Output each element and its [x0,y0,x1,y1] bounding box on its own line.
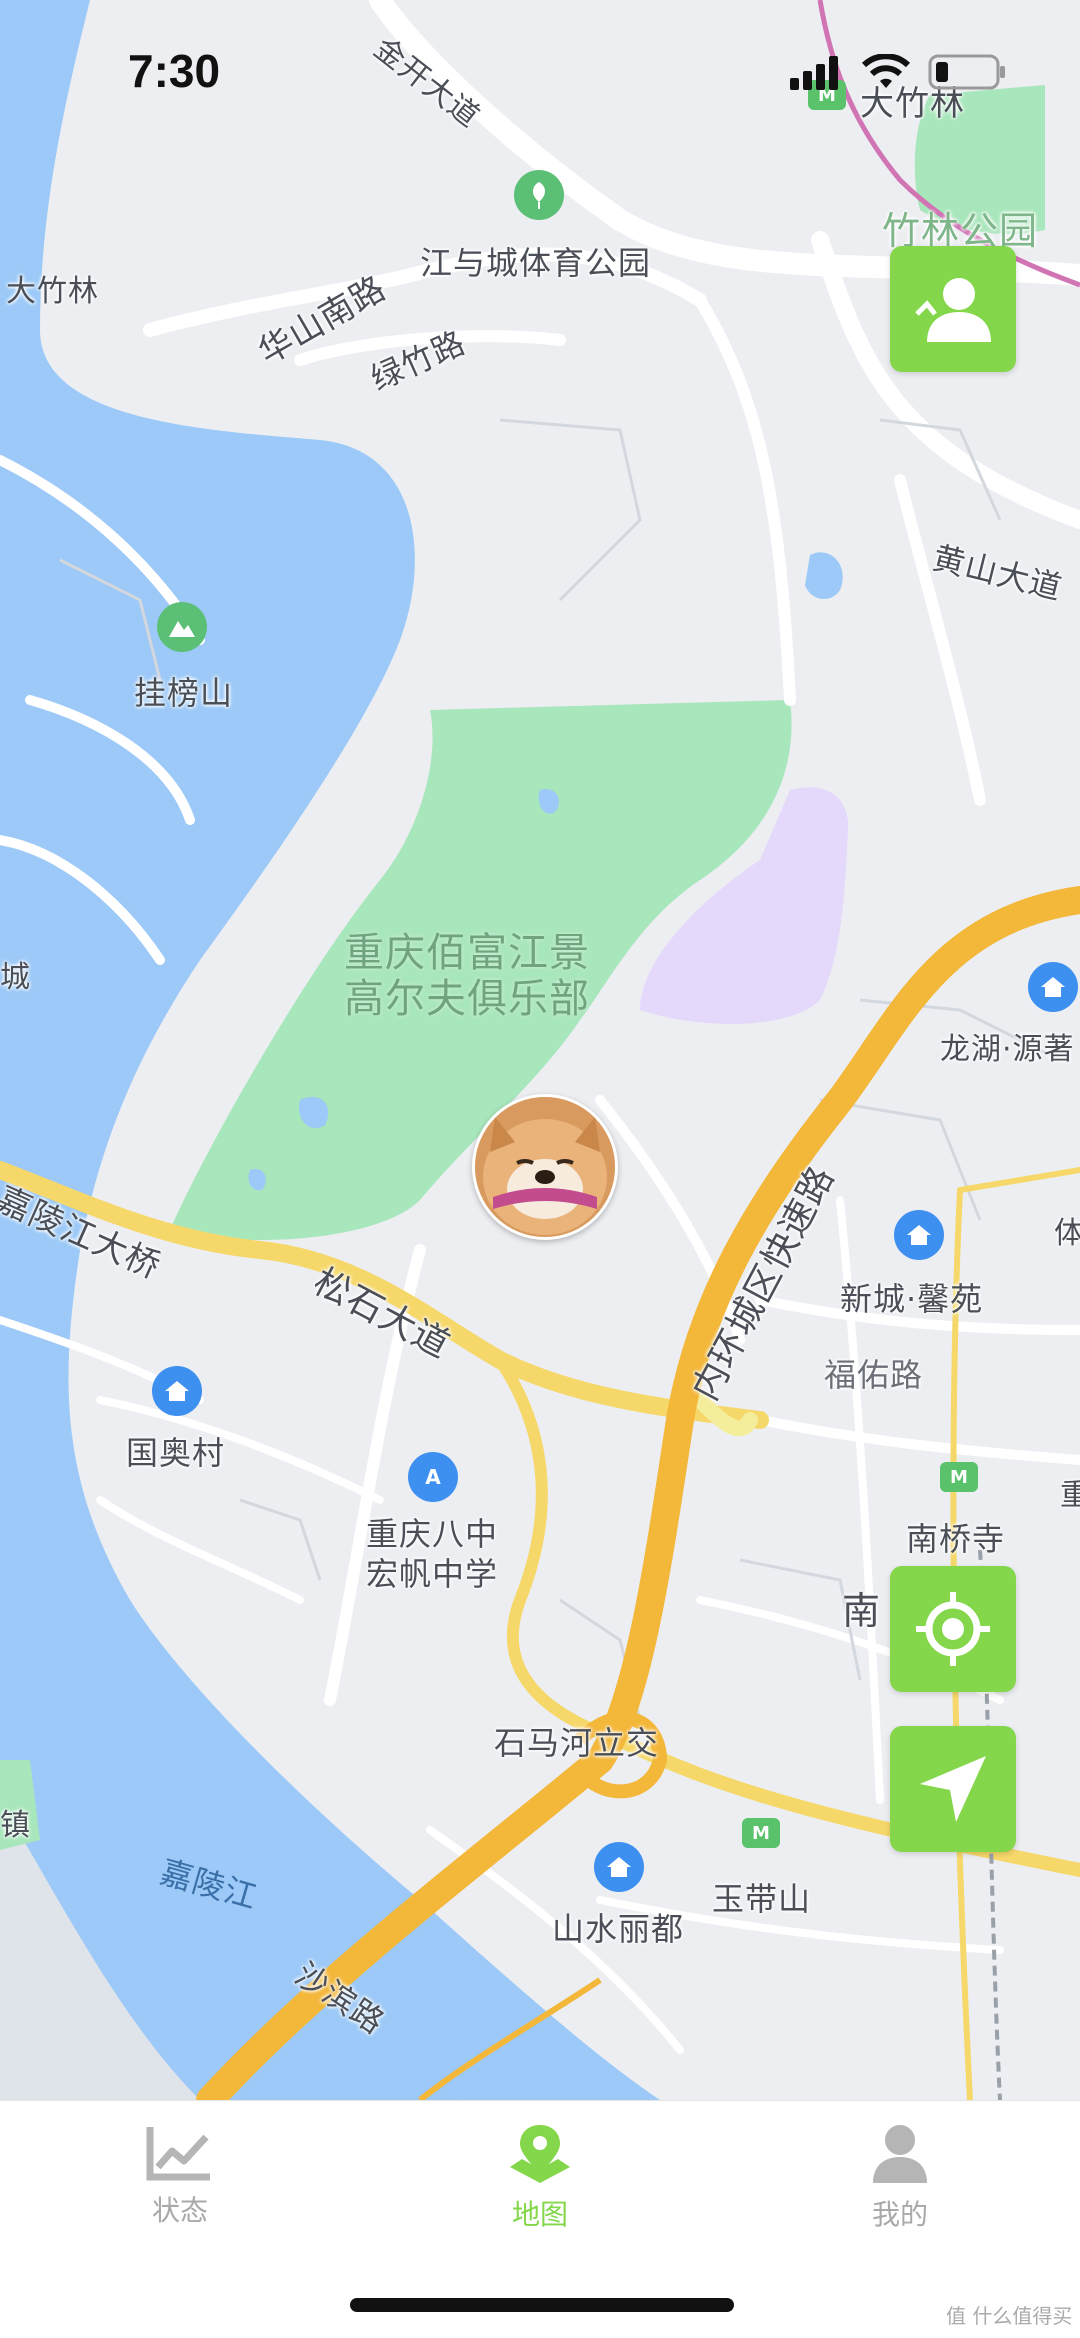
area-label-chong: 重 [1060,1478,1080,1513]
user-location-avatar[interactable] [472,1094,618,1240]
poi-label-yudaishan: 玉带山 [712,1880,812,1918]
area-label-cheng: 城 [0,960,31,995]
metro-station-icon[interactable]: M [742,1818,780,1848]
home-indicator[interactable] [350,2298,734,2312]
watermark: 值 什么值得买 [946,2304,1073,2328]
mountain-pin-icon[interactable] [157,602,207,652]
navigation-arrow-icon [920,1756,986,1822]
area-label-zhen: 镇 [0,1808,31,1843]
school-pin-icon[interactable]: A [408,1452,458,1502]
park-pin-icon[interactable] [514,170,564,220]
area-label-ti: 体 [1054,1216,1080,1251]
metro-station-icon[interactable]: M [940,1462,978,1492]
locate-button[interactable] [890,1566,1016,1692]
road-label-fuyou: 福佑路 [824,1356,924,1394]
poi-label-bazhong: 重庆八中 宏帆中学 [366,1515,499,1593]
map-pin-icon [510,2125,570,2183]
chart-icon [146,2127,210,2181]
area-label-dazhulin-left: 大竹林 [6,274,99,309]
svg-text:A: A [425,1465,441,1489]
person-add-icon [915,278,991,342]
tab-map-label: 地图 [511,2198,568,2231]
cellular-signal-icon [790,56,838,90]
residence-pin-icon[interactable] [152,1366,202,1416]
area-label-nan: 南 [842,1589,882,1633]
park-label-golf: 重庆佰富江景 高尔夫俱乐部 [344,930,590,1022]
poi-label-xincheng: 新城·馨苑 [840,1280,984,1318]
poi-label-jiangyucheng: 江与城体育公园 [420,244,652,282]
wifi-icon [862,54,910,88]
tab-status-label: 状态 [151,2194,208,2227]
poi-label-shanshui: 山水丽都 [552,1910,685,1948]
tab-mine-label: 我的 [871,2198,928,2231]
residence-pin-icon[interactable] [894,1210,944,1260]
navigate-button[interactable] [890,1726,1016,1852]
status-time: 7:30 [128,45,221,97]
tab-mine[interactable]: 我的 [820,2123,980,2233]
poi-label-guoao: 国奥村 [126,1434,226,1472]
poi-label-guabangshan: 挂榜山 [134,674,234,712]
residence-pin-icon[interactable] [594,1842,644,1892]
tab-status[interactable]: 状态 [100,2123,260,2229]
tab-map[interactable]: 地图 [460,2123,620,2233]
poi-label-shimahe: 石马河立交 [494,1724,660,1762]
poi-label-longhu: 龙湖·源著 [940,1032,1075,1067]
status-bar: 7:30 [0,0,1080,140]
friends-button[interactable] [890,246,1016,372]
battery-icon [928,54,1005,90]
crosshair-icon [916,1592,990,1666]
residence-pin-icon[interactable] [1028,962,1078,1012]
poi-label-nanqiaosi: 南桥寺 [906,1520,1006,1558]
person-icon [873,2125,927,2183]
